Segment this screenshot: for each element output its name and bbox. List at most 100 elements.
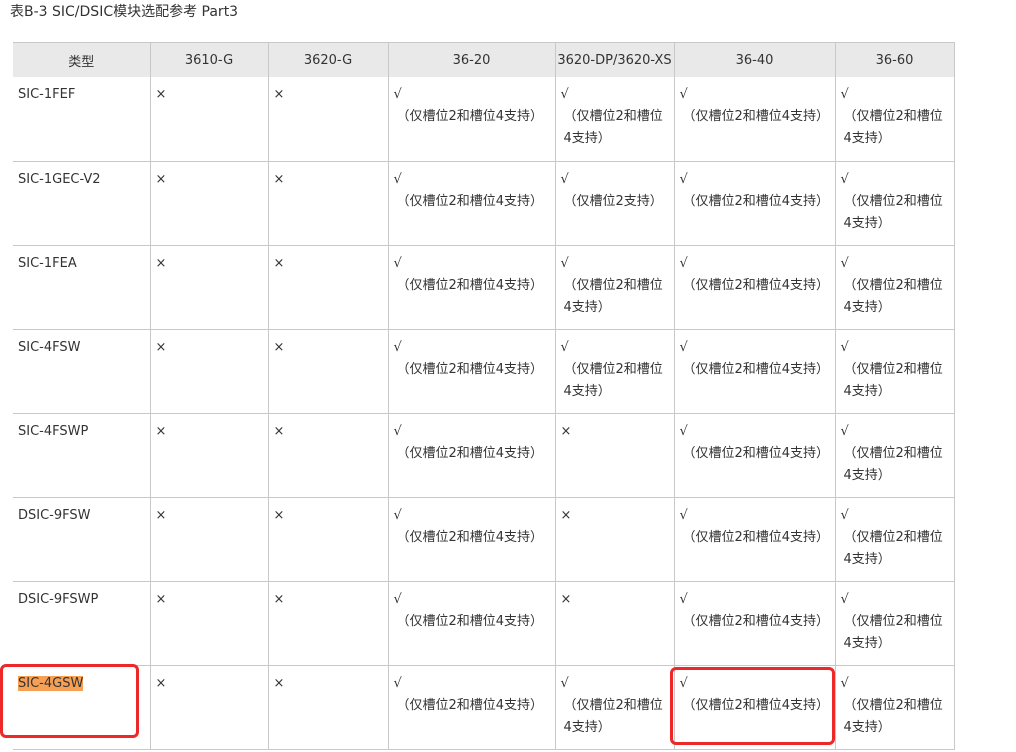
support-note: （仅槽位2和槽位4支持） (563, 697, 663, 735)
unsupported-mark: × (155, 507, 167, 523)
cell-support: √ （仅槽位2和槽位4支持） (387, 497, 556, 582)
module-type-label: SIC-1GEC-V2 (18, 171, 101, 187)
unsupported-mark: × (155, 255, 167, 271)
cell-support: √ （仅槽位2和槽位4支持） (834, 581, 955, 666)
cell-support: × (267, 161, 389, 246)
table-row: DSIC-9FSWP × × √ （仅槽位2和槽位4支持） × √ （仅槽位2和槽位4支持） √… (13, 581, 955, 666)
supported-mark: √ (840, 675, 849, 691)
cell-module-type: SIC-4FSW (13, 329, 151, 414)
unsupported-mark: × (273, 507, 285, 523)
support-note: （仅槽位2和槽位4支持） (396, 697, 544, 713)
supported-mark: √ (679, 675, 688, 691)
support-note: （仅槽位2和槽位4支持） (396, 277, 544, 293)
supported-mark: √ (560, 675, 569, 691)
cell-support: × (554, 413, 675, 498)
cell-support: √ （仅槽位2和槽位4支持） (387, 77, 556, 162)
cell-support: × (267, 497, 389, 582)
cell-support: √ （仅槽位2和槽位4支持） (554, 665, 675, 750)
cell-support: √ （仅槽位2和槽位4支持） (387, 581, 556, 666)
cell-support: × (149, 665, 269, 750)
cell-module-type: SIC-4GSW (13, 665, 151, 750)
column-header-36-60: 36-60 (834, 42, 955, 77)
cell-support: √ （仅槽位2和槽位4支持） (673, 413, 836, 498)
cell-support: × (267, 581, 389, 666)
supported-mark: √ (679, 87, 688, 102)
supported-mark: √ (679, 171, 688, 187)
support-note: （仅槽位2和槽位4支持） (682, 193, 830, 209)
support-note: （仅槽位2和槽位4支持） (682, 277, 830, 293)
cell-support: √ （仅槽位2和槽位4支持） (673, 245, 836, 330)
cell-support: √ （仅槽位2和槽位4支持） (834, 245, 955, 330)
cell-module-type: SIC-1FEA (13, 245, 151, 330)
unsupported-mark: × (273, 423, 285, 439)
table-row: SIC-1FEF × × √ （仅槽位2和槽位4支持） √ （仅槽位2和槽位4支持） √ （仅槽… (13, 77, 955, 162)
module-type-label: DSIC-9FSWP (18, 591, 99, 607)
supported-mark: √ (679, 255, 688, 271)
cell-support: √ （仅槽位2和槽位4支持） (673, 581, 836, 666)
supported-mark: √ (840, 507, 849, 523)
unsupported-mark: × (273, 591, 285, 607)
support-note: （仅槽位2和槽位4支持） (396, 361, 544, 377)
unsupported-mark: × (273, 339, 285, 355)
cell-support: × (149, 497, 269, 582)
supported-mark: √ (393, 423, 402, 439)
support-note: （仅槽位2和槽位4支持） (843, 193, 943, 231)
table-row: SIC-4GSW × × √ （仅槽位2和槽位4支持） √ （仅槽位2和槽位4支持） √ （仅槽… (13, 665, 955, 750)
support-note: （仅槽位2和槽位4支持） (843, 529, 943, 567)
supported-mark: √ (393, 87, 402, 102)
support-note: （仅槽位2和槽位4支持） (843, 613, 943, 651)
supported-mark: √ (840, 87, 849, 102)
supported-mark: √ (393, 171, 402, 187)
cell-support: √ （仅槽位2和槽位4支持） (387, 413, 556, 498)
unsupported-mark: × (155, 675, 167, 691)
cell-support: √ （仅槽位2和槽位4支持） (834, 161, 955, 246)
column-header-36-40: 36-40 (673, 42, 836, 77)
support-note: （仅槽位2和槽位4支持） (682, 361, 830, 377)
supported-mark: √ (679, 507, 688, 523)
module-type-label: SIC-4GSW (18, 675, 84, 691)
column-header-3610-g: 3610-G (149, 42, 269, 77)
unsupported-mark: × (273, 87, 285, 102)
unsupported-mark: × (155, 171, 167, 187)
cell-support: √ （仅槽位2和槽位4支持） (387, 161, 556, 246)
support-note: （仅槽位2支持） (563, 193, 663, 209)
module-type-label: SIC-4FSWP (18, 423, 89, 439)
support-note: （仅槽位2和槽位4支持） (682, 697, 830, 713)
cell-support: × (267, 665, 389, 750)
unsupported-mark: × (273, 675, 285, 691)
cell-support: √ （仅槽位2和槽位4支持） (387, 329, 556, 414)
table-header-row: 类型 3610-G 3620-G 36-20 3620-DP/3620-XS 3… (13, 42, 955, 77)
table-row: DSIC-9FSW × × √ （仅槽位2和槽位4支持） × √ （仅槽位2和槽位4支持） √ （… (13, 497, 955, 582)
supported-mark: √ (393, 255, 402, 271)
cell-support: √ （仅槽位2支持） (554, 161, 675, 246)
module-compatibility-table: 类型 3610-G 3620-G 36-20 3620-DP/3620-XS 3… (13, 42, 955, 750)
cell-support: × (554, 581, 675, 666)
support-note: （仅槽位2和槽位4支持） (843, 697, 943, 735)
cell-support: × (149, 245, 269, 330)
supported-mark: √ (840, 171, 849, 187)
module-type-label: DSIC-9FSW (18, 507, 91, 523)
column-header-36-20: 36-20 (387, 42, 556, 77)
cell-support: √ （仅槽位2和槽位4支持） (387, 245, 556, 330)
table-row: SIC-4FSW × × √ （仅槽位2和槽位4支持） √ （仅槽位2和槽位4支持） √ （仅槽… (13, 329, 955, 414)
table-caption: 表B-3 SIC/DSIC模块选配参考 Part3 (10, 4, 239, 20)
cell-support: × (149, 413, 269, 498)
column-header-3620-g: 3620-G (267, 42, 389, 77)
supported-mark: √ (560, 339, 569, 355)
support-note: （仅槽位2和槽位4支持） (563, 277, 663, 315)
support-note: （仅槽位2和槽位4支持） (682, 445, 830, 461)
support-note: （仅槽位2和槽位4支持） (843, 361, 943, 399)
supported-mark: √ (560, 171, 569, 187)
unsupported-mark: × (155, 591, 167, 607)
support-note: （仅槽位2和槽位4支持） (563, 109, 663, 146)
cell-support: √ （仅槽位2和槽位4支持） (387, 665, 556, 750)
module-type-label: SIC-1FEF (18, 87, 76, 102)
cell-support: × (149, 329, 269, 414)
cell-support: √ （仅槽位2和槽位4支持） (673, 329, 836, 414)
support-note: （仅槽位2和槽位4支持） (396, 445, 544, 461)
cell-support: √ （仅槽位2和槽位4支持） (673, 161, 836, 246)
cell-support: √ （仅槽位2和槽位4支持） (834, 413, 955, 498)
supported-mark: √ (393, 591, 402, 607)
support-note: （仅槽位2和槽位4支持） (563, 361, 663, 399)
support-note: （仅槽位2和槽位4支持） (396, 613, 544, 629)
